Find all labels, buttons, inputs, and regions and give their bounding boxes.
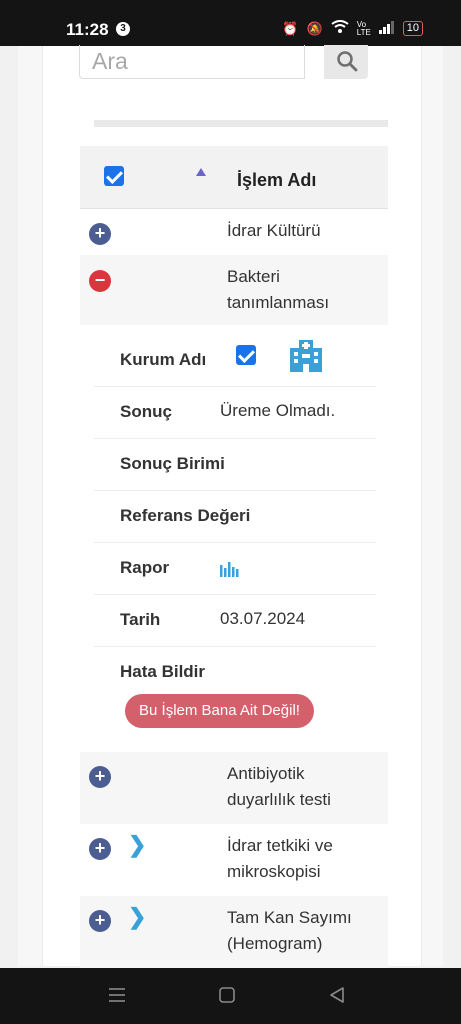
detail-kurum-adi: Kurum Adı: [94, 334, 376, 387]
procedure-table: İşlem Adı: [80, 146, 388, 209]
detail-tarih: Tarih 03.07.2024: [94, 594, 376, 647]
table-row[interactable]: − Bakteri tanımlanması: [80, 255, 388, 325]
expand-plus-icon[interactable]: +: [89, 223, 111, 245]
detail-rapor: Rapor: [94, 542, 376, 595]
row-label: İdrar tetkiki ve mikroskopisi: [227, 836, 333, 881]
search-button[interactable]: [324, 45, 368, 79]
menu-icon[interactable]: [108, 986, 126, 1004]
row-label: Tam Kan Sayımı (Hemogram): [227, 908, 352, 953]
navigation-bar: [0, 968, 461, 1024]
collapse-minus-icon[interactable]: −: [89, 270, 111, 292]
expand-plus-icon[interactable]: +: [89, 766, 111, 788]
table-row[interactable]: + İdrar Kültürü: [80, 209, 388, 255]
search-icon: [337, 51, 358, 72]
detail-value: 03.07.2024: [220, 609, 306, 628]
home-icon[interactable]: [218, 986, 236, 1004]
search-input[interactable]: Ara: [79, 45, 305, 79]
network-label: Vo LTE: [356, 19, 371, 37]
back-icon[interactable]: [328, 986, 346, 1004]
table-row[interactable]: + ❯ İdrar tetkiki ve mikroskopisi: [80, 824, 388, 896]
mute-icon: 🔕: [306, 20, 323, 36]
detail-sonuc-birimi: Sonuç Birimi: [94, 438, 376, 491]
detail-label: Tarih: [120, 610, 161, 629]
status-time: 11:28: [66, 20, 109, 39]
chevron-right-icon[interactable]: ❯: [128, 904, 146, 930]
status-bar: 11:28 3 ⏰ 🔕 Vo LTE 10: [0, 0, 461, 46]
row-label: Bakteri tanımlanması: [227, 267, 330, 312]
select-all-checkbox[interactable]: [104, 166, 124, 186]
notification-badge: 3: [116, 22, 130, 36]
chevron-right-icon[interactable]: ❯: [128, 832, 146, 858]
detail-label: Referans Değeri: [120, 506, 251, 525]
detail-label: Sonuç: [120, 402, 172, 421]
alarm-icon: ⏰: [282, 20, 299, 36]
kurum-checkbox[interactable]: [236, 345, 256, 365]
detail-referans: Referans Değeri: [94, 490, 376, 543]
detail-label: Kurum Adı: [120, 350, 207, 369]
table-row[interactable]: + ❯ Tam Kan Sayımı (Hemogram): [80, 896, 388, 968]
expand-plus-icon[interactable]: +: [89, 910, 111, 932]
signal-icon: [378, 20, 395, 37]
sort-up-icon[interactable]: [196, 168, 206, 176]
bar-chart-icon[interactable]: [220, 559, 240, 577]
table-row[interactable]: + Antibiyotik duyarlılık testi: [80, 752, 388, 824]
wifi-icon: [331, 20, 349, 37]
expand-plus-icon[interactable]: +: [89, 838, 111, 860]
detail-label: Sonuç Birimi: [120, 454, 225, 473]
detail-sonuc: Sonuç Üreme Olmadı.: [94, 386, 376, 439]
table-header: İşlem Adı: [80, 146, 388, 209]
detail-value: Üreme Olmadı.: [220, 401, 336, 420]
row-label: İdrar Kültürü: [227, 221, 321, 240]
column-header-islem-adi[interactable]: İşlem Adı: [237, 170, 316, 191]
report-error-button[interactable]: Bu İşlem Bana Ait Değil!: [125, 694, 314, 728]
detail-label: Hata Bildir: [120, 662, 206, 681]
battery-icon: 10: [402, 21, 423, 36]
hospital-icon[interactable]: [288, 338, 324, 372]
row-label: Antibiyotik duyarlılık testi: [227, 764, 331, 809]
divider: [94, 120, 388, 127]
detail-label: Rapor: [120, 558, 170, 577]
